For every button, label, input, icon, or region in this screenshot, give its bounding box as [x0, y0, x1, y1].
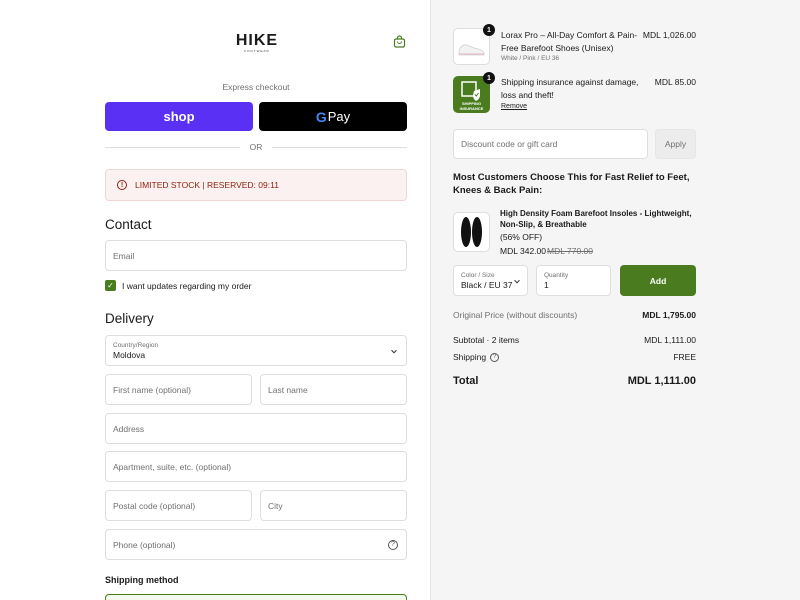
- first-name-input[interactable]: [113, 384, 251, 395]
- item-title: Lorax Pro – All-Day Comfort & Pain-Free …: [501, 30, 638, 53]
- apartment-field[interactable]: [105, 451, 407, 482]
- original-price-label: Original Price (without discounts): [453, 310, 578, 320]
- shipping-value: FREE: [673, 352, 696, 362]
- country-label: Country/Region: [113, 341, 159, 349]
- postal-code-field[interactable]: [105, 490, 252, 521]
- or-divider-label: OR: [249, 142, 263, 152]
- subtotal-value: MDL 1,111.00: [644, 335, 696, 345]
- email-input[interactable]: [113, 250, 406, 261]
- phone-input[interactable]: [113, 539, 406, 550]
- item-price: MDL 1,026.00: [642, 30, 696, 40]
- insole-icon: [461, 217, 482, 247]
- delivery-heading: Delivery: [105, 311, 154, 326]
- help-circle-icon[interactable]: ?: [490, 352, 500, 362]
- discount-code-field[interactable]: [453, 129, 648, 159]
- first-name-field[interactable]: [105, 374, 252, 405]
- chevron-down-icon: [391, 347, 397, 353]
- google-g-icon: G: [315, 108, 327, 125]
- google-pay-button[interactable]: G Pay: [259, 102, 407, 131]
- total-value: MDL 1,111.00: [627, 375, 696, 387]
- quantity-label: Quantity: [544, 271, 569, 279]
- item-variant: White / Pink / EU 36: [501, 55, 560, 62]
- quantity-field[interactable]: Quantity 1: [536, 265, 611, 296]
- original-price-value: MDL 1,795.00: [642, 310, 696, 320]
- shipping-row: Shipping ?: [453, 352, 500, 362]
- brand-name: HIKE: [235, 32, 279, 49]
- item-quantity-badge: 1: [483, 24, 495, 36]
- updates-checkbox-label: I want updates regarding my order: [122, 281, 252, 291]
- add-upsell-button[interactable]: Add: [620, 265, 696, 296]
- contact-heading: Contact: [105, 217, 152, 232]
- brand-logo[interactable]: HIKE FOOTWEAR: [232, 32, 282, 54]
- total-label: Total: [453, 375, 479, 387]
- last-name-input[interactable]: [268, 384, 406, 395]
- upsell-title: High Density Foam Barefoot Insoles - Lig…: [500, 209, 692, 229]
- subtotal-label: Subtotal · 2 items: [453, 335, 520, 345]
- brand-tagline: FOOTWEAR: [244, 49, 270, 53]
- item-price: MDL 85.00: [654, 77, 696, 87]
- shipping-method-heading: Shipping method: [105, 575, 179, 585]
- chevron-down-icon: [514, 277, 520, 283]
- divider-left: [105, 147, 240, 148]
- address-field[interactable]: [105, 413, 407, 444]
- upsell-thumbnail: [453, 212, 490, 252]
- upsell-price: MDL 342.00: [500, 246, 546, 256]
- email-field[interactable]: [105, 240, 407, 271]
- city-field[interactable]: [260, 490, 407, 521]
- color-size-value: Black / EU 37: [461, 279, 513, 290]
- shop-pay-button[interactable]: shop: [105, 102, 253, 131]
- help-circle-icon[interactable]: ?: [388, 539, 398, 550]
- item-title: Shipping insurance against damage, loss …: [501, 77, 639, 100]
- address-input[interactable]: [113, 423, 406, 434]
- apartment-input[interactable]: [113, 461, 406, 472]
- updates-checkbox[interactable]: ✓: [105, 280, 116, 291]
- alert-circle-icon: !: [117, 180, 127, 190]
- shipping-method-option[interactable]: [105, 594, 407, 600]
- shoe-icon: [458, 44, 485, 56]
- limited-stock-banner: ! LIMITED STOCK | RESERVED: 09:11: [105, 169, 407, 201]
- city-input[interactable]: [268, 500, 406, 511]
- express-checkout-label: Express checkout: [222, 82, 290, 92]
- country-select[interactable]: Country/Region Moldova: [105, 335, 407, 366]
- color-size-label: Color / Size: [461, 271, 495, 279]
- discount-code-input[interactable]: [461, 139, 647, 149]
- upsell-heading: Most Customers Choose This for Fast Reli…: [453, 172, 690, 196]
- item-quantity-badge: 1: [483, 72, 495, 84]
- divider-right: [272, 147, 407, 148]
- shop-pay-label: shop: [163, 109, 195, 124]
- google-pay-label: Pay: [327, 109, 351, 124]
- postal-code-input[interactable]: [113, 500, 251, 511]
- upsell-old-price: MDL 770.00: [547, 246, 593, 256]
- last-name-field[interactable]: [260, 374, 407, 405]
- remove-link[interactable]: Remove: [501, 103, 527, 110]
- apply-button[interactable]: Apply: [655, 129, 696, 159]
- color-size-select[interactable]: Color / Size Black / EU 37: [453, 265, 528, 296]
- shopping-bag-icon[interactable]: [393, 35, 406, 48]
- stock-notice-text: LIMITED STOCK | RESERVED: 09:11: [135, 180, 279, 190]
- phone-field[interactable]: ?: [105, 529, 407, 560]
- upsell-discount: (56% OFF): [500, 232, 543, 242]
- shipping-label: Shipping: [453, 352, 487, 362]
- quantity-value: 1: [544, 279, 549, 290]
- country-value: Moldova: [113, 349, 146, 360]
- insurance-badge-text: SHIPPING INSURANCE: [459, 101, 484, 111]
